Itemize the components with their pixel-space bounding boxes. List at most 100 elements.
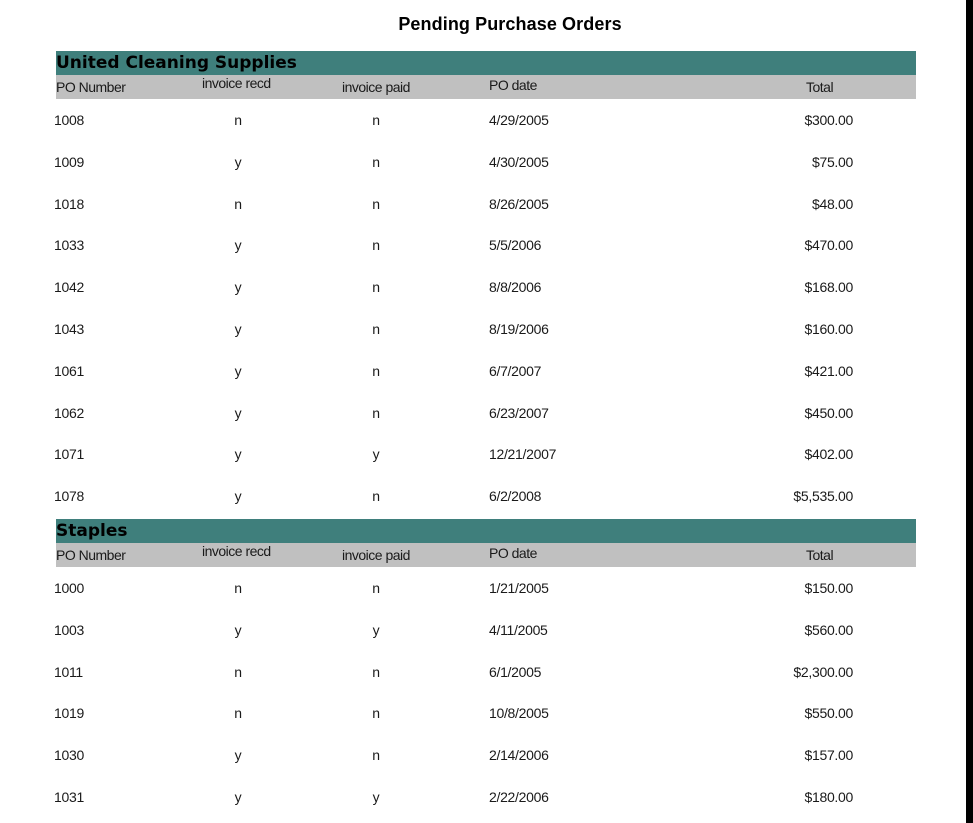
table-row: 1008 n n 4/29/2005 $300.00 <box>54 99 916 141</box>
total-cell: $450.00 <box>804 404 853 421</box>
po-number-cell: 1008 <box>54 112 84 128</box>
po-date-cell: 1/21/2005 <box>489 580 549 596</box>
po-number-cell: 1018 <box>54 195 84 212</box>
po-date-cell: 4/11/2005 <box>489 621 548 638</box>
invoice-paid-cell: y <box>372 446 380 463</box>
total-cell: $5,535.00 <box>793 488 853 505</box>
po-date-cell: 4/30/2005 <box>489 153 549 170</box>
total-cell: $168.00 <box>804 279 853 296</box>
po-date-cell: 12/21/2007 <box>489 446 557 463</box>
total-cell: $300.00 <box>804 112 853 128</box>
invoice-paid-cell: n <box>372 112 380 128</box>
invoice-paid-cell: n <box>372 663 380 680</box>
invoice-recd-cell: y <box>234 153 242 170</box>
table-row: 1071 y y 12/21/2007 $402.00 <box>54 433 916 475</box>
invoice-recd-cell: n <box>234 112 242 128</box>
total-cell: $150.00 <box>804 580 853 596</box>
po-date-cell: 6/23/2007 <box>489 404 549 421</box>
po-date-cell: 2/14/2006 <box>489 747 549 764</box>
invoice-recd-cell: y <box>234 279 242 296</box>
column-header-total: Total <box>806 79 834 95</box>
po-date-cell: 8/26/2005 <box>489 195 549 212</box>
table-row: 1000 n n 1/21/2005 $150.00 <box>54 567 916 609</box>
total-cell: $48.00 <box>811 195 853 212</box>
total-cell: $2,300.00 <box>793 663 853 680</box>
invoice-recd-cell: y <box>234 488 242 505</box>
po-number-cell: 1033 <box>54 237 84 254</box>
po-number-cell: 1043 <box>54 320 84 337</box>
po-number-cell: 1011 <box>54 663 83 680</box>
invoice-recd-cell: n <box>234 663 242 680</box>
po-number-cell: 1003 <box>54 621 84 638</box>
po-date-cell: 2/22/2006 <box>489 788 549 805</box>
column-header-row: PO Number invoice recd invoice paid PO d… <box>56 75 916 99</box>
po-number-cell: 1031 <box>54 788 84 805</box>
table-row: 1003 y y 4/11/2005 $560.00 <box>54 609 916 651</box>
po-date-cell: 6/7/2007 <box>489 362 542 379</box>
column-header-invoice-paid: invoice paid <box>342 547 410 563</box>
page-edge-divider <box>966 0 973 823</box>
table-row: 1018 n n 8/26/2005 $48.00 <box>54 183 916 225</box>
invoice-recd-cell: y <box>234 621 242 638</box>
table-row: 1042 y n 8/8/2006 $168.00 <box>54 266 916 308</box>
group-rows: 1000 n n 1/21/2005 $150.00 1003 y y 4/11/2005 $56… <box>54 567 916 818</box>
po-date-cell: 8/19/2006 <box>489 320 549 337</box>
total-cell: $402.00 <box>804 446 853 463</box>
po-number-cell: 1000 <box>54 580 84 596</box>
po-number-cell: 1062 <box>54 404 84 421</box>
total-cell: $560.00 <box>804 621 853 638</box>
invoice-paid-cell: n <box>372 580 380 596</box>
invoice-recd-cell: y <box>234 320 242 337</box>
total-cell: $180.00 <box>804 788 853 805</box>
po-number-cell: 1071 <box>54 446 84 463</box>
invoice-recd-cell: y <box>234 747 242 764</box>
table-row: 1043 y n 8/19/2006 $160.00 <box>54 308 916 350</box>
po-date-cell: 10/8/2005 <box>489 705 549 722</box>
table-row: 1061 y n 6/7/2007 $421.00 <box>54 350 916 392</box>
table-row: 1031 y y 2/22/2006 $180.00 <box>54 776 916 818</box>
po-date-cell: 6/2/2008 <box>489 488 542 505</box>
vendor-header: Staples <box>56 519 916 543</box>
table-row: 1062 y n 6/23/2007 $450.00 <box>54 392 916 434</box>
total-cell: $75.00 <box>811 153 853 170</box>
invoice-paid-cell: y <box>372 621 380 638</box>
invoice-paid-cell: n <box>372 362 380 379</box>
invoice-paid-cell: n <box>372 237 380 254</box>
po-number-cell: 1061 <box>54 362 84 379</box>
table-row: 1011 n n 6/1/2005 $2,300.00 <box>54 651 916 693</box>
table-row: 1009 y n 4/30/2005 $75.00 <box>54 141 916 183</box>
column-header-invoice-recd: invoice recd <box>202 75 271 91</box>
invoice-paid-cell: n <box>372 404 380 421</box>
po-date-cell: 8/8/2006 <box>489 279 542 296</box>
report-page: Pending Purchase Orders United Cleaning … <box>0 0 973 823</box>
invoice-paid-cell: n <box>372 747 380 764</box>
column-header-po-number: PO Number <box>56 547 126 563</box>
column-header-po-date: PO date <box>489 77 537 93</box>
po-number-cell: 1030 <box>54 747 84 764</box>
po-number-cell: 1019 <box>54 705 84 722</box>
column-header-invoice-recd: invoice recd <box>202 543 271 559</box>
column-header-invoice-paid: invoice paid <box>342 79 410 95</box>
invoice-recd-cell: y <box>234 446 242 463</box>
column-header-total: Total <box>806 547 834 563</box>
total-cell: $470.00 <box>804 237 853 254</box>
invoice-paid-cell: n <box>372 705 380 722</box>
total-cell: $550.00 <box>804 705 853 722</box>
table-row: 1019 n n 10/8/2005 $550.00 <box>54 692 916 734</box>
invoice-paid-cell: y <box>372 788 380 805</box>
vendor-header: United Cleaning Supplies <box>56 51 916 75</box>
invoice-recd-cell: y <box>234 362 242 379</box>
invoice-paid-cell: n <box>372 320 380 337</box>
table-row: 1078 y n 6/2/2008 $5,535.00 <box>54 475 916 517</box>
invoice-recd-cell: y <box>234 404 242 421</box>
column-header-po-number: PO Number <box>56 79 126 95</box>
po-number-cell: 1042 <box>54 279 84 296</box>
column-header-po-date: PO date <box>489 545 537 561</box>
invoice-paid-cell: n <box>372 153 380 170</box>
po-number-cell: 1078 <box>54 488 84 505</box>
invoice-recd-cell: n <box>234 705 242 722</box>
vendor-group-united-cleaning: United Cleaning Supplies PO Number invoi… <box>54 51 916 517</box>
table-row: 1030 y n 2/14/2006 $157.00 <box>54 734 916 776</box>
vendor-group-staples: Staples PO Number invoice recd invoice p… <box>54 519 916 818</box>
total-cell: $421.00 <box>804 362 853 379</box>
